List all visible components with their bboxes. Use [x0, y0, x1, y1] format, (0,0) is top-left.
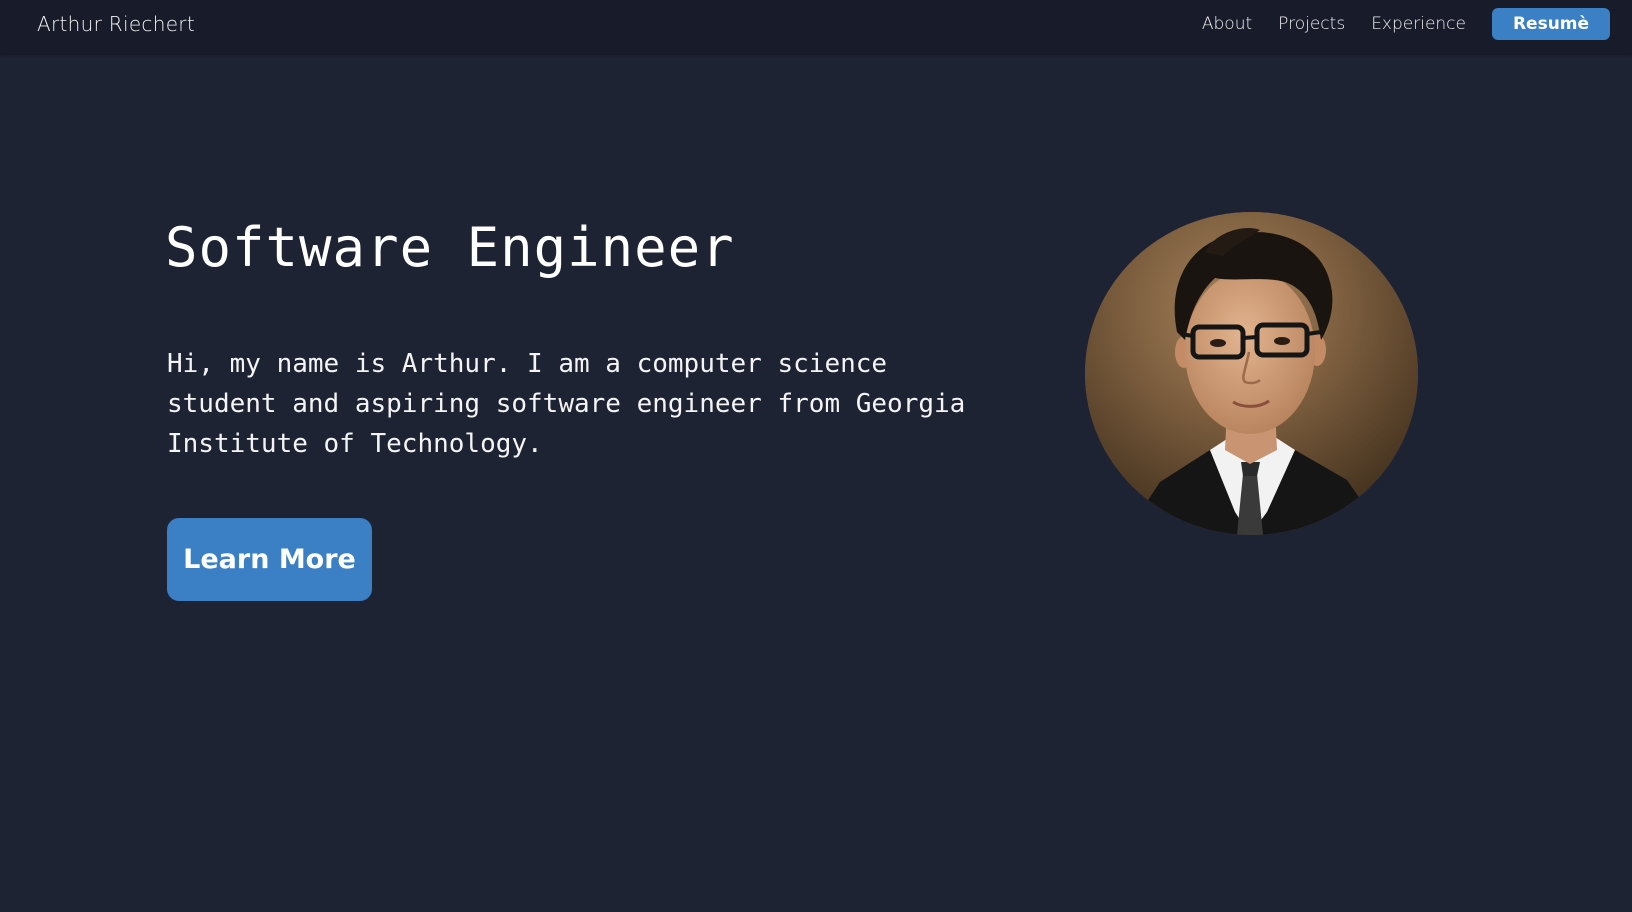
hero-description: Hi, my name is Arthur. I am a computer s… — [167, 349, 966, 459]
navbar: Arthur Riechert About Projects Experienc… — [0, 0, 1632, 54]
resume-button[interactable]: Resumè — [1492, 8, 1610, 40]
hero-title: Software Engineer — [165, 216, 735, 279]
nav-links: About Projects Experience Resumè — [1202, 8, 1610, 40]
brand-link[interactable]: Arthur Riechert — [37, 12, 195, 36]
learn-more-button[interactable]: Learn More — [167, 518, 372, 601]
nav-link-about[interactable]: About — [1202, 8, 1252, 40]
nav-link-experience[interactable]: Experience — [1371, 8, 1466, 40]
profile-photo — [1085, 212, 1418, 535]
profile-portrait-illustration — [1085, 212, 1418, 535]
nav-link-projects[interactable]: Projects — [1278, 8, 1345, 40]
